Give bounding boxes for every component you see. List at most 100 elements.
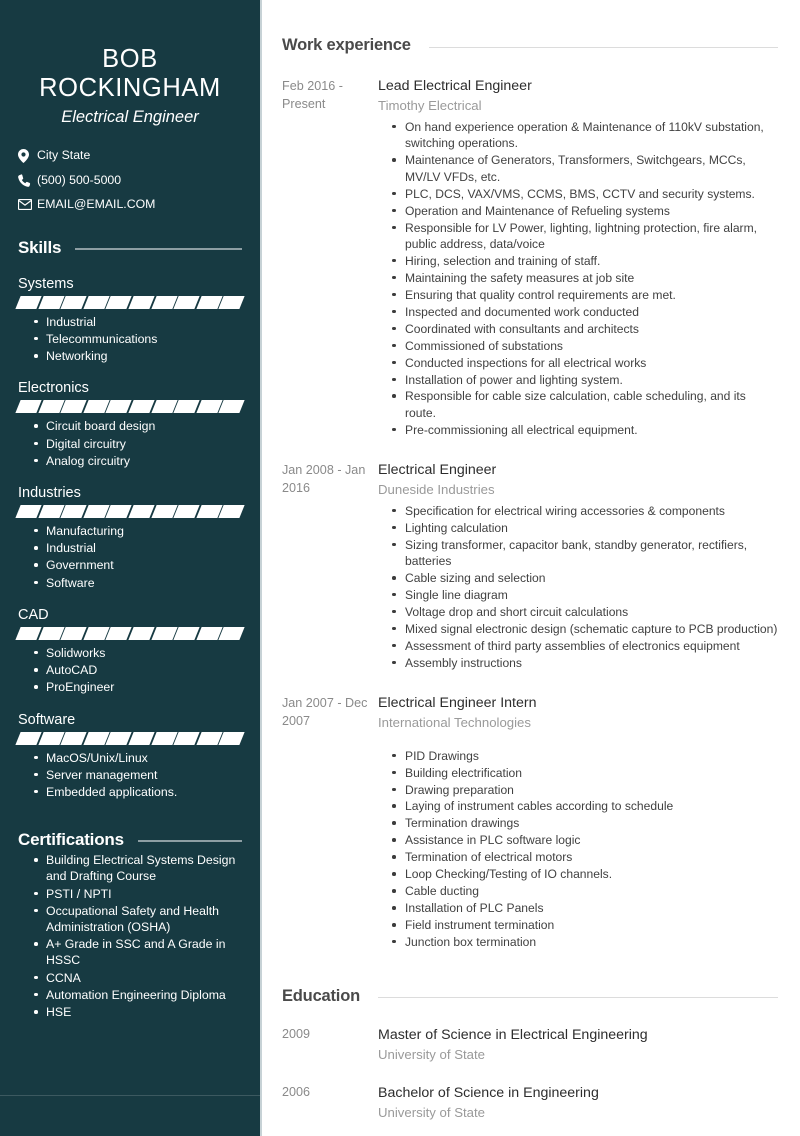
entry-job-title: Electrical Engineer	[378, 461, 497, 478]
entry-bullet: On hand experience operation & Maintenan…	[392, 119, 778, 152]
entry-bullet: Lighting calculation	[392, 520, 778, 536]
certifications-heading: Certifications	[18, 830, 124, 850]
entry-bullet: Sizing transformer, capacitor bank, stan…	[392, 537, 778, 570]
sidebar-bottom-divider	[0, 1095, 260, 1096]
skill-item-list: Solidworks AutoCAD ProEngineer	[18, 645, 242, 696]
skill-bar-segment	[105, 504, 132, 518]
candidate-job-title: Electrical Engineer	[61, 107, 199, 126]
skill-group-label: CAD	[18, 606, 49, 623]
contact-item-email: EMAIL@EMAIL.COM	[18, 198, 242, 212]
education-entry: 2006 Bachelor of Science in Engineering Un…	[282, 1084, 778, 1122]
skill-bar-segment	[60, 400, 87, 414]
skill-item: Embedded applications.	[34, 784, 242, 800]
contact-phone-value: (500) 500-5000	[37, 172, 122, 187]
entry-bullet: Voltage drop and short circuit calculati…	[392, 604, 778, 620]
entry-bullet: Operation and Maintenance of Refueling s…	[392, 203, 778, 219]
entry-bullet: PID Drawings	[392, 748, 778, 764]
skills-section-header: Skills	[18, 238, 242, 258]
skill-bar-segment	[150, 731, 177, 745]
entry-bullet: Installation of PLC Panels	[392, 900, 778, 916]
certification-item: PSTI / NPTI	[34, 886, 242, 902]
skills-heading-rule	[75, 247, 242, 250]
contact-email-value: EMAIL@EMAIL.COM	[37, 197, 156, 212]
skill-group: Industries Manufacturing Industrial Governm…	[15, 484, 245, 591]
education-list: 2009 Master of Science in Electrical Engi…	[282, 1026, 778, 1122]
entry-job-title: Lead Electrical Engineer	[378, 78, 532, 94]
work-experience-heading: Work experience	[282, 36, 411, 54]
skill-bar-segment	[218, 731, 245, 745]
skill-group-label: Electronics	[18, 380, 89, 397]
entry-bullet: Assessment of third party assemblies of …	[392, 638, 778, 654]
skill-bar-segment	[128, 400, 155, 414]
entry-job-title: Electrical Engineer Intern	[378, 694, 537, 711]
entry-bullet-list: PID Drawings Building electrification Draw…	[378, 748, 778, 951]
entry-bullet: Responsible for LV Power, lighting, ligh…	[392, 220, 778, 253]
skill-item: Industrial	[34, 314, 242, 330]
skill-item: Circuit board design	[34, 418, 242, 434]
entry-bullet: Drawing preparation	[392, 782, 778, 798]
education-entry: 2009 Master of Science in Electrical Engi…	[282, 1026, 778, 1064]
certification-item: HSE	[34, 1004, 242, 1020]
education-degree: Master of Science in Electrical Engineer…	[378, 1026, 648, 1043]
skill-bar-segment	[218, 504, 245, 518]
main-content: Work experience Feb 2016 - Present Lead E…	[262, 0, 800, 1136]
sidebar: BOB ROCKINGHAM Electrical Engineer City …	[0, 0, 262, 1136]
skill-bar-segment	[218, 626, 245, 640]
skill-bar-segment	[60, 504, 87, 518]
entry-bullet: Maintaining the safety measures at job s…	[392, 270, 778, 286]
skill-group: Software MacOS/Unix/Linux Server managemen…	[15, 711, 245, 801]
entry-bullet: Conducted inspections for all electrical…	[392, 355, 778, 371]
entry-bullet: PLC, DCS, VAX/VMS, CCMS, BMS, CCTV and s…	[392, 186, 778, 202]
entry-bullet: Maintenance of Generators, Transformers,…	[392, 152, 778, 185]
entry-dates: Jan 2008 - Jan 2016	[282, 462, 366, 495]
entry-bullet: Coordinated with consultants and archite…	[392, 321, 778, 337]
certification-item: Occupational Safety and Health Administr…	[34, 903, 242, 935]
entry-body: Lead Electrical Engineer Timothy Electric…	[378, 77, 778, 439]
sidebar-edge-line	[260, 0, 262, 1136]
skill-bar-segment	[128, 295, 155, 309]
skill-item: Software	[34, 575, 242, 591]
skill-item-list: Manufacturing Industrial Government Softwar…	[18, 523, 242, 591]
skill-item-list: Industrial Telecommunications Networking	[18, 314, 242, 365]
resume-page: BOB ROCKINGHAM Electrical Engineer City …	[0, 0, 800, 1136]
work-experience-section-header: Work experience	[282, 36, 778, 55]
certifications-section-header: Certifications	[18, 830, 242, 850]
skill-bar-segment	[173, 504, 200, 518]
entry-bullet: Loop Checking/Testing of IO channels.	[392, 866, 778, 882]
skill-item: Analog circuitry	[34, 453, 242, 469]
work-experience-list: Feb 2016 - Present Lead Electrical Engine…	[282, 77, 778, 951]
envelope-icon	[18, 199, 34, 211]
entry-bullet: Mixed signal electronic design (schemati…	[392, 621, 778, 637]
candidate-name: BOB ROCKINGHAM	[39, 45, 221, 103]
entry-bullet: Cable ducting	[392, 883, 778, 899]
education-section-header: Education	[282, 987, 778, 1006]
skill-item: Manufacturing	[34, 523, 242, 539]
skill-group-label: Systems	[18, 275, 74, 292]
education-school: University of State	[378, 1105, 486, 1121]
certifications-list: Building Electrical Systems Design and D…	[18, 852, 242, 1020]
skill-group: Electronics Circuit board design Digital c…	[15, 380, 245, 469]
entry-bullet: Commissioned of substations	[392, 338, 778, 354]
entry-bullet: Junction box termination	[392, 934, 778, 950]
entry-bullet-list: Specification for electrical wiring acce…	[378, 503, 778, 671]
skills-heading: Skills	[18, 237, 62, 257]
skill-bar-segment	[60, 731, 87, 745]
entry-bullet: Pre-commissioning all electrical equipme…	[392, 422, 778, 438]
skill-bar-segment	[37, 731, 64, 745]
skill-group-label: Software	[18, 711, 76, 728]
skill-item-list: Circuit board design Digital circuitry Ana…	[18, 418, 242, 469]
entry-organization: Timothy Electrical	[378, 98, 482, 114]
work-experience-entry: Jan 2007 - Dec 2007 Electrical Engineer I…	[282, 694, 778, 951]
entry-bullet: Inspected and documented work conducted	[392, 304, 778, 320]
skill-group-label: Industries	[18, 484, 81, 501]
skill-item: AutoCAD	[34, 662, 242, 678]
skill-item: Server management	[34, 767, 242, 783]
skill-item: Industrial	[34, 540, 242, 556]
skill-group: Systems Industrial Telecommunications Netwo…	[15, 275, 245, 365]
skill-item: Solidworks	[34, 645, 242, 661]
education-school: University of State	[378, 1047, 486, 1063]
skill-bar-segment	[173, 626, 200, 640]
work-experience-heading-rule	[428, 46, 778, 48]
contact-list: City State (500) 500-5000 EMAIL@EMAIL.CO…	[18, 148, 242, 212]
work-experience-entry: Feb 2016 - Present Lead Electrical Engine…	[282, 77, 778, 439]
